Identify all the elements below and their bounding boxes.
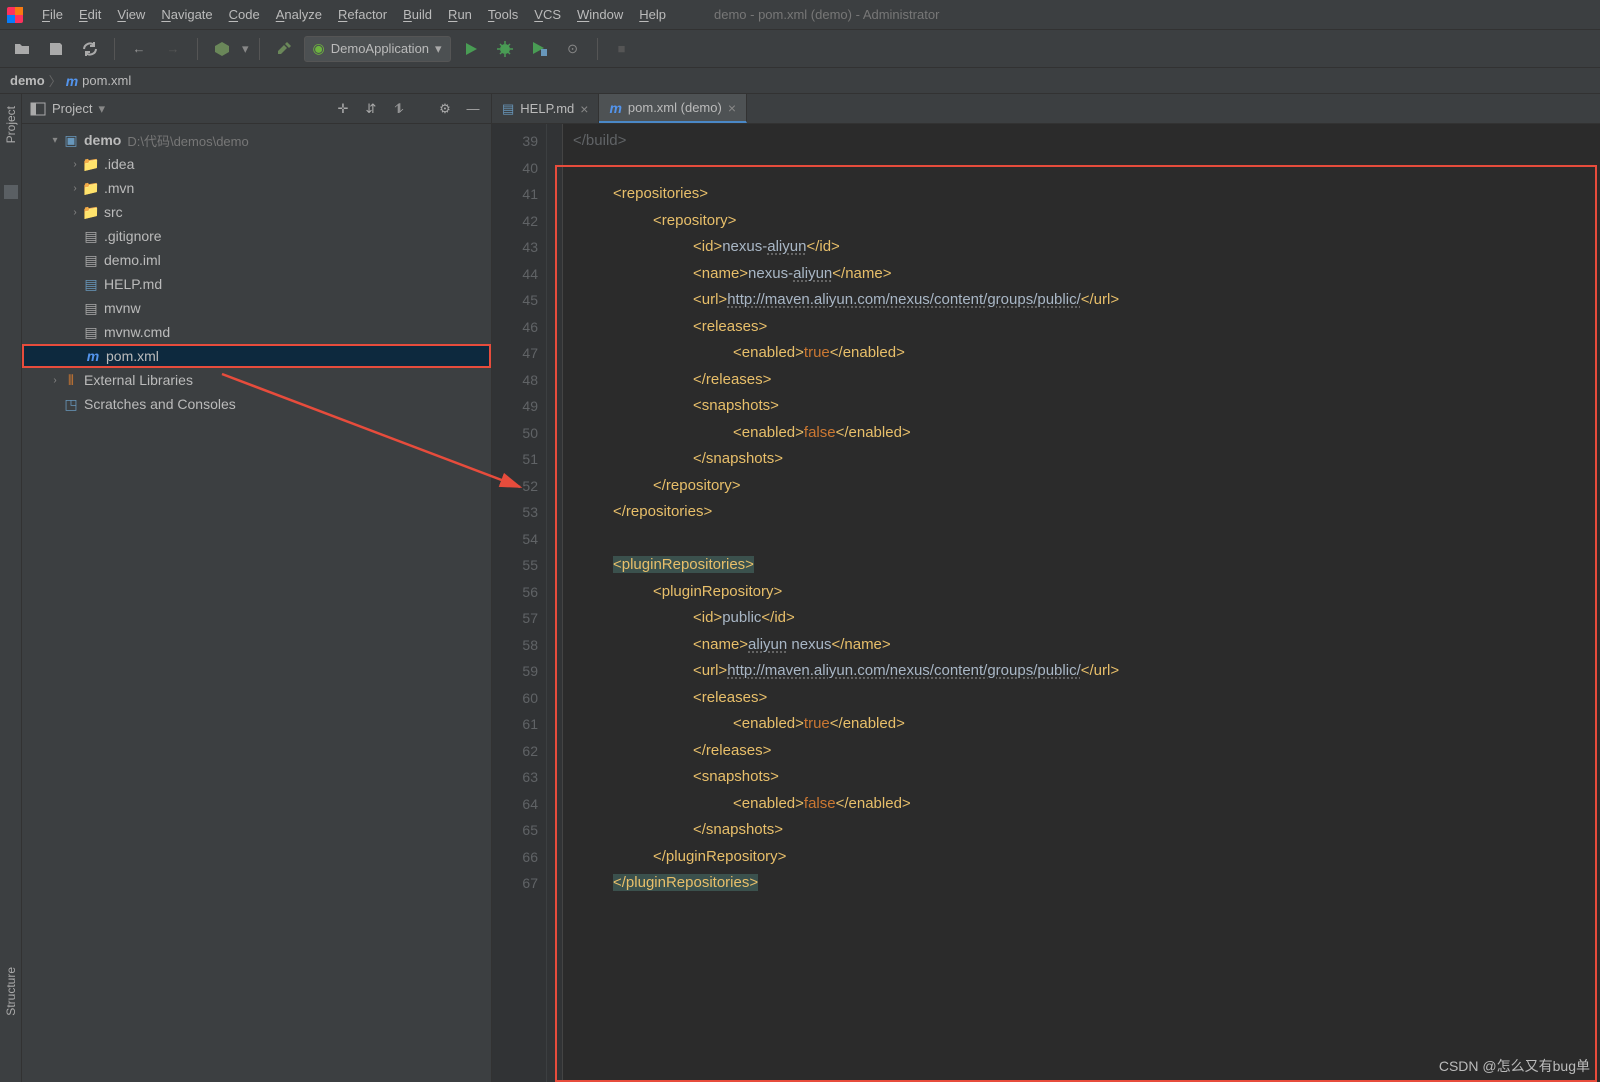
editor-area: ▤HELP.md×mpom.xml (demo)× 39404142434445… (492, 94, 1600, 1082)
chevron-down-icon: ▾ (435, 41, 442, 57)
tool-window-stripe-left: Project Structure (0, 94, 22, 1082)
back-icon[interactable]: ← (125, 35, 153, 63)
tree-node-External Libraries[interactable]: ›⫴External Libraries (22, 368, 491, 392)
watermark: CSDN @怎么又有bug单 (1439, 1056, 1590, 1076)
fold-strip[interactable] (547, 124, 563, 1082)
tree-node-HELP.md[interactable]: ▤HELP.md (22, 272, 491, 296)
line-gutter: 3940414243444546474849505152535455565758… (492, 124, 547, 1082)
menubar: FileEditViewNavigateCodeAnalyzeRefactorB… (0, 0, 1600, 30)
tree-node-mvnw.cmd[interactable]: ▤mvnw.cmd (22, 320, 491, 344)
menu-help[interactable]: Help (631, 7, 674, 22)
coverage-icon[interactable] (525, 35, 553, 63)
separator (597, 38, 598, 60)
main-area: Project Structure Project ▾ ✛ ⇵ ⥮ ⚙ — ▾▣… (0, 94, 1600, 1082)
debug-icon[interactable] (491, 35, 519, 63)
menu-navigate[interactable]: Navigate (153, 7, 220, 22)
project-view-selector[interactable]: Project ▾ (30, 101, 325, 117)
menu-view[interactable]: View (109, 7, 153, 22)
hammer-icon[interactable] (270, 35, 298, 63)
tree-node-pom.xml[interactable]: mpom.xml (22, 344, 491, 368)
menu-vcs[interactable]: VCS (526, 7, 569, 22)
menu-analyze[interactable]: Analyze (268, 7, 330, 22)
locate-icon[interactable]: ✛ (333, 99, 353, 119)
maven-icon: m (66, 73, 78, 89)
tree-node-.mvn[interactable]: ›📁.mvn (22, 176, 491, 200)
tree-node-src[interactable]: ›📁src (22, 200, 491, 224)
chevron-right-icon: 〉 (49, 71, 62, 90)
run-config-label: DemoApplication (331, 41, 429, 56)
forward-icon[interactable]: → (159, 35, 187, 63)
tree-node-Scratches and Consoles[interactable]: ◳Scratches and Consoles (22, 392, 491, 416)
project-tree[interactable]: ▾▣demoD:\代码\demos\demo›📁.idea›📁.mvn›📁src… (22, 124, 491, 420)
tree-node-mvnw[interactable]: ▤mvnw (22, 296, 491, 320)
expand-all-icon[interactable]: ⇵ (361, 99, 381, 119)
tree-node-<b>demo</b>[interactable]: ▾▣demoD:\代码\demos\demo (22, 128, 491, 152)
chevron-down-icon: ▾ (98, 101, 105, 117)
menu-build[interactable]: Build (395, 7, 440, 22)
sync-icon[interactable] (76, 35, 104, 63)
tree-node-.gitignore[interactable]: ▤.gitignore (22, 224, 491, 248)
editor-tab[interactable]: mpom.xml (demo)× (599, 94, 747, 123)
project-tool-window: Project ▾ ✛ ⇵ ⥮ ⚙ — ▾▣demoD:\代码\demos\de… (22, 94, 492, 1082)
run-icon[interactable] (457, 35, 485, 63)
project-panel-header: Project ▾ ✛ ⇵ ⥮ ⚙ — (22, 94, 491, 124)
editor-tabs: ▤HELP.md×mpom.xml (demo)× (492, 94, 1600, 124)
menu-code[interactable]: Code (221, 7, 268, 22)
code-body[interactable]: </build> <repositories><repository><id>n… (563, 124, 1600, 1082)
run-config-selector[interactable]: ◉ DemoApplication ▾ (304, 36, 451, 62)
separator (259, 38, 260, 60)
menu-window[interactable]: Window (569, 7, 631, 22)
tool-tab-structure[interactable]: Structure (2, 961, 20, 1022)
open-file-icon[interactable] (8, 35, 36, 63)
app-logo-icon (6, 6, 24, 24)
menu-tools[interactable]: Tools (480, 7, 526, 22)
profile-icon[interactable]: ⊙ (559, 35, 587, 63)
editor-tab[interactable]: ▤HELP.md× (492, 94, 599, 123)
breadcrumb: demo 〉 m pom.xml (0, 68, 1600, 94)
menu-file[interactable]: File (34, 7, 71, 22)
gear-icon[interactable]: ⚙ (435, 99, 455, 119)
toolbar: ← → ▾ ◉ DemoApplication ▾ ⊙ ■ (0, 30, 1600, 68)
breadcrumb-file[interactable]: pom.xml (82, 73, 131, 88)
tool-tab-icon[interactable] (4, 185, 18, 199)
menu-edit[interactable]: Edit (71, 7, 109, 22)
tree-node-demo.iml[interactable]: ▤demo.iml (22, 248, 491, 272)
menu-refactor[interactable]: Refactor (330, 7, 395, 22)
separator (197, 38, 198, 60)
save-all-icon[interactable] (42, 35, 70, 63)
close-icon[interactable]: × (580, 101, 588, 117)
tree-node-.idea[interactable]: ›📁.idea (22, 152, 491, 176)
stop-icon[interactable]: ■ (608, 35, 636, 63)
spring-icon: ◉ (313, 40, 325, 57)
breadcrumb-root[interactable]: demo (10, 73, 45, 88)
separator (114, 38, 115, 60)
code-editor[interactable]: 3940414243444546474849505152535455565758… (492, 124, 1600, 1082)
build-icon[interactable] (208, 35, 236, 63)
close-icon[interactable]: × (728, 100, 736, 116)
collapse-all-icon[interactable]: ⥮ (389, 99, 409, 119)
tool-tab-project[interactable]: Project (2, 100, 20, 149)
window-title: demo - pom.xml (demo) - Administrator (714, 7, 939, 22)
hide-icon[interactable]: — (463, 99, 483, 119)
menu-run[interactable]: Run (440, 7, 480, 22)
